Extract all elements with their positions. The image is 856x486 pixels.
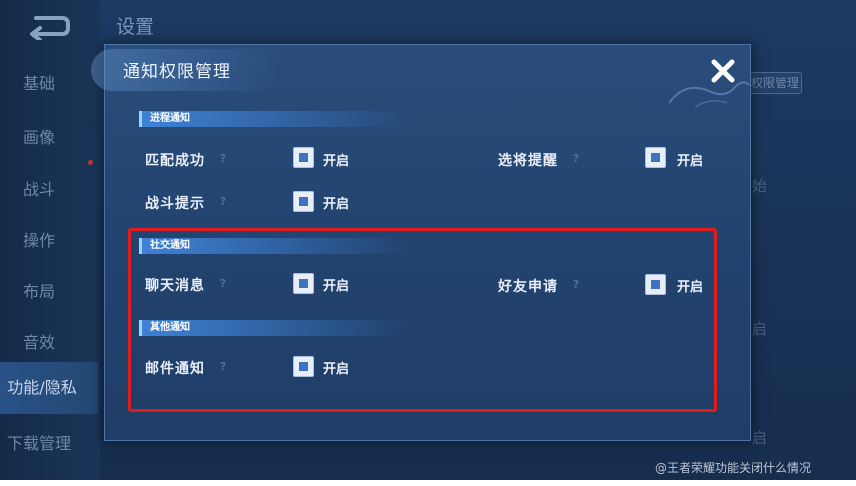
section-label: 进程通知 <box>150 113 190 124</box>
menu-item-controls[interactable]: 操作 <box>0 227 98 251</box>
checkbox-battle-tips[interactable] <box>293 191 314 212</box>
background-text-fragment: 启 <box>752 429 768 447</box>
notification-dot <box>88 160 93 165</box>
checkbox-mark <box>299 197 308 206</box>
state-label: 开启 <box>323 154 350 169</box>
help-icon[interactable]: ? <box>217 196 229 208</box>
checkbox-mark <box>651 153 660 162</box>
label-battle-tips: 战斗提示 <box>145 196 205 212</box>
dialog-title: 通知权限管理 <box>123 62 231 82</box>
back-arrow-icon[interactable] <box>26 12 72 42</box>
help-icon[interactable]: ? <box>570 153 582 165</box>
background-text-fragment: 始 <box>752 177 768 195</box>
help-icon[interactable]: ? <box>217 153 229 165</box>
close-icon[interactable] <box>709 57 737 85</box>
cloud-swirl-decoration <box>668 81 750 108</box>
menu-item-graphics[interactable]: 画像 <box>0 124 98 148</box>
menu-item-features-privacy[interactable]: 功能/隐私 <box>0 362 98 414</box>
background-text-fragment: 启 <box>752 320 768 338</box>
watermark-text: @王者荣耀功能关闭什么情况 <box>655 461 812 475</box>
checkbox-mark <box>299 153 308 162</box>
menu-item-sound[interactable]: 音效 <box>0 329 98 353</box>
menu-item-battle[interactable]: 战斗 <box>0 176 98 200</box>
state-label: 开启 <box>677 154 704 169</box>
state-label: 开启 <box>323 197 350 212</box>
checkbox-match-success[interactable] <box>293 147 314 168</box>
checkbox-hero-pick-reminder[interactable] <box>645 147 666 168</box>
permission-management-button[interactable]: 权限管理 <box>748 72 802 94</box>
label-match-success: 匹配成功 <box>145 153 205 169</box>
section-header-process: 进程通知 <box>139 111 409 127</box>
menu-item-layout[interactable]: 布局 <box>0 278 98 302</box>
menu-item-downloads[interactable]: 下载管理 <box>0 430 98 454</box>
settings-title: 设置 <box>116 16 155 38</box>
menu-item-basic[interactable]: 基础 <box>0 70 98 94</box>
red-highlight-box <box>128 228 717 412</box>
game-settings-screen: 设置 基础 画像 战斗 操作 布局 音效 功能/隐私 下载管理 权限管理 始 启… <box>0 0 856 480</box>
label-hero-pick-reminder: 选将提醒 <box>498 153 558 169</box>
